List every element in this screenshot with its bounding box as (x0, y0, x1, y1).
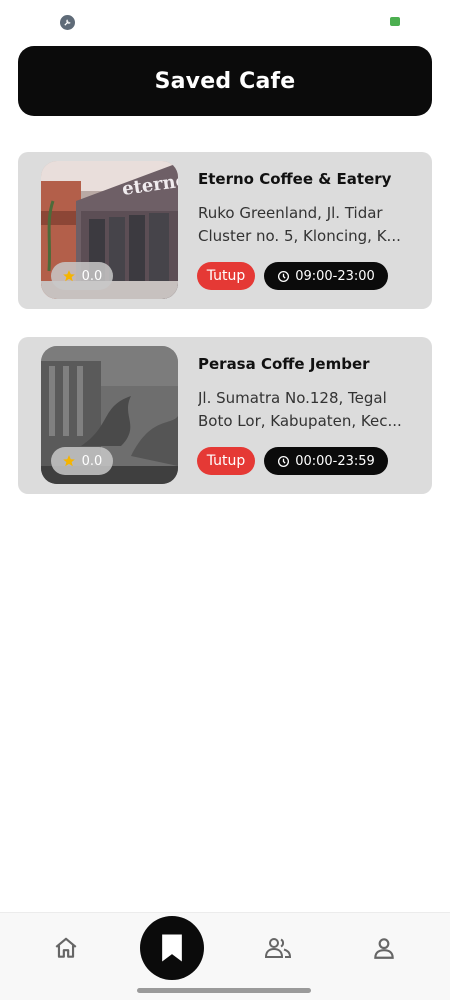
settings-icon (60, 15, 75, 30)
home-icon (55, 937, 77, 958)
hours-text: 09:00-23:00 (295, 268, 375, 284)
nav-home-button[interactable] (53, 935, 79, 961)
cafe-name: Perasa Coffe Jember (198, 355, 370, 373)
cafe-name: Eterno Coffee & Eatery (198, 170, 392, 188)
clock-icon (278, 455, 290, 467)
rating-value: 0.0 (81, 268, 103, 284)
nav-community-button[interactable] (264, 935, 292, 961)
bookmark-icon (162, 934, 182, 962)
hours-badge: 09:00-23:00 (264, 262, 388, 290)
profile-icon (374, 938, 394, 959)
status-badge: Tutup (197, 262, 255, 290)
star-icon (62, 455, 75, 467)
hours-badge: 00:00-23:59 (264, 447, 388, 475)
cafe-card[interactable]: 0.0 Perasa Coffe Jember Jl. Sumatra No.1… (18, 337, 432, 494)
status-badge: Tutup (197, 447, 255, 475)
nav-profile-button[interactable] (371, 935, 397, 961)
community-icon (264, 938, 292, 958)
nav-saved-button[interactable] (140, 916, 204, 980)
home-indicator (137, 988, 311, 993)
rating-value: 0.0 (81, 453, 103, 469)
status-bar (0, 0, 450, 44)
rating-badge: 0.0 (51, 262, 113, 290)
page-title: Saved Cafe (154, 68, 296, 94)
cafe-address: Jl. Sumatra No.128, Tegal Boto Lor, Kabu… (198, 389, 402, 430)
rating-badge: 0.0 (51, 447, 113, 475)
star-icon (62, 270, 75, 282)
cafe-card[interactable]: eterno 0.0 Eterno Coffee & Eatery Ruko G… (18, 152, 432, 309)
clock-icon (278, 270, 290, 282)
bottom-nav (0, 912, 450, 1000)
page-header: Saved Cafe (18, 46, 432, 116)
hours-text: 00:00-23:59 (295, 453, 375, 469)
battery-icon (390, 17, 400, 26)
cafe-address: Ruko Greenland, Jl. Tidar Cluster no. 5,… (198, 204, 401, 245)
